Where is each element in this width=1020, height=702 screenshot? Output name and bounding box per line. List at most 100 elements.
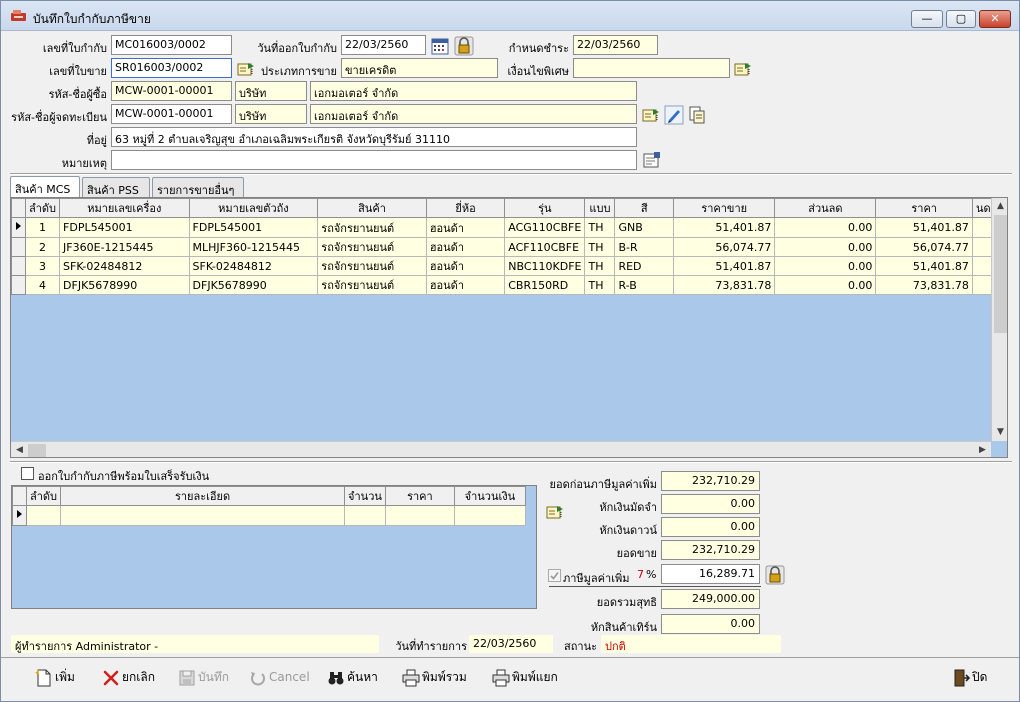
cell-seq[interactable]: 2	[24, 237, 61, 257]
receipt-cell[interactable]	[60, 505, 346, 526]
receipt-col-detail[interactable]: รายละเอียด	[60, 486, 346, 506]
issue-with-receipt-checkbox[interactable]	[21, 467, 34, 480]
sales-no-lookup-icon[interactable]	[235, 58, 255, 78]
col-header-type[interactable]: แบบ	[584, 198, 616, 218]
items-vertical-scrollbar[interactable]: ▲ ▼	[991, 198, 1007, 441]
cell-price[interactable]: 51,401.87	[875, 217, 973, 238]
cell-price[interactable]: 56,074.77	[875, 237, 973, 257]
cell-model[interactable]: CBR150RD	[504, 275, 586, 295]
cell-seq[interactable]: 1	[24, 217, 61, 238]
cell-engine-no[interactable]: JF360E-1215445	[59, 237, 190, 257]
tab-other-sales[interactable]: รายการขายอื่นๆ	[152, 177, 244, 197]
cell-model[interactable]: ACG110CBFE	[504, 217, 586, 238]
vat-lock-icon[interactable]	[764, 564, 785, 585]
cell-price[interactable]: 51,401.87	[875, 256, 973, 276]
close-button[interactable]: ปิด	[952, 668, 992, 688]
cell-seq[interactable]: 4	[24, 275, 61, 295]
cell-color[interactable]: RED	[614, 256, 674, 276]
cell-type[interactable]: TH	[584, 217, 616, 238]
search-button[interactable]: ค้นหา	[327, 668, 378, 688]
cancel-edit-button[interactable]: Cancel	[249, 668, 310, 688]
copy-document-icon[interactable]	[686, 104, 706, 124]
cell-color[interactable]: B-R	[614, 237, 674, 257]
cell-sale-price[interactable]: 73,831.78	[672, 275, 776, 295]
horizontal-scroll-thumb[interactable]	[28, 444, 46, 457]
table-row[interactable]: 2 JF360E-1215445 MLHJF360-1215445 รถจักรยาน…	[11, 237, 1007, 257]
vat-checkbox[interactable]	[548, 569, 561, 582]
print-separate-button[interactable]: พิมพ์แยก	[492, 668, 558, 688]
col-header-engine-no[interactable]: หมายเลขเครื่อง	[59, 198, 190, 218]
col-header-discount[interactable]: ส่วนลด	[774, 198, 877, 218]
cell-sale-price[interactable]: 56,074.77	[672, 237, 776, 257]
col-header-color[interactable]: สี	[614, 198, 674, 218]
cell-seq[interactable]: 3	[24, 256, 61, 276]
table-row[interactable]: 1 FDPL545001 FDPL545001 รถจักรยานยนต์ ฮอนด้า…	[11, 217, 1007, 238]
cell-sale-price[interactable]: 51,401.87	[672, 256, 776, 276]
cell-product[interactable]: รถจักรยานยนต์	[317, 217, 427, 238]
col-header-product[interactable]: สินค้า	[317, 198, 427, 218]
cell-type[interactable]: TH	[584, 256, 616, 276]
receipt-cell[interactable]	[384, 505, 455, 526]
cell-brand[interactable]: ฮอนด้า	[425, 237, 506, 257]
col-header-sale-price[interactable]: ราคาขาย	[672, 198, 776, 218]
receipt-col-qty[interactable]: จำนวน	[344, 486, 386, 506]
cancel-document-button[interactable]: ยกเลิก	[102, 668, 160, 688]
cell-chassis-no[interactable]: MLHJF360-1215445	[188, 237, 319, 257]
cell-sale-price[interactable]: 51,401.87	[672, 217, 776, 238]
scroll-left-icon[interactable]: ◀	[11, 442, 28, 457]
cell-color[interactable]: R-B	[614, 275, 674, 295]
tab-pss[interactable]: สินค้า PSS	[82, 177, 150, 197]
cell-brand[interactable]: ฮอนด้า	[425, 275, 506, 295]
cell-product[interactable]: รถจักรยานยนต์	[317, 275, 427, 295]
close-window-button[interactable]: ✕	[979, 10, 1011, 28]
cell-product[interactable]: รถจักรยานยนต์	[317, 256, 427, 276]
scroll-down-icon[interactable]: ▼	[992, 424, 1007, 441]
registrant-lookup-icon[interactable]	[640, 104, 660, 124]
col-header-chassis-no[interactable]: หมายเลขตัวถัง	[188, 198, 319, 218]
cell-discount[interactable]: 0.00	[774, 256, 877, 276]
calendar-icon[interactable]	[429, 35, 449, 55]
receipt-col-price[interactable]: ราคา	[384, 486, 455, 506]
col-header-brand[interactable]: ยี่ห้อ	[425, 198, 506, 218]
registrant-code-field[interactable]: MCW-0001-00001	[111, 104, 232, 124]
col-header-seq[interactable]: ลำดับ	[24, 198, 61, 218]
note-field[interactable]	[111, 150, 637, 170]
receipt-col-amount[interactable]: จำนวนเงิน	[453, 486, 526, 506]
add-button[interactable]: เพิ่ม	[35, 668, 81, 688]
scroll-right-icon[interactable]: ▶	[974, 442, 991, 457]
cell-product[interactable]: รถจักรยานยนต์	[317, 237, 427, 257]
cell-color[interactable]: GNB	[614, 217, 674, 238]
cell-discount[interactable]: 0.00	[774, 217, 877, 238]
receipt-grid[interactable]: ลำดับ รายละเอียด จำนวน ราคา จำนวนเงิน	[11, 485, 537, 609]
minimize-button[interactable]: —	[911, 10, 943, 28]
cell-type[interactable]: TH	[584, 275, 616, 295]
cell-engine-no[interactable]: FDPL545001	[59, 217, 190, 238]
cell-price[interactable]: 73,831.78	[875, 275, 973, 295]
lock-icon[interactable]	[453, 35, 474, 56]
receipt-empty-row[interactable]	[12, 505, 526, 526]
vertical-scroll-thumb[interactable]	[994, 215, 1007, 333]
maximize-button[interactable]: ▢	[946, 10, 976, 28]
cell-model[interactable]: NBC110KDFE	[504, 256, 586, 276]
print-combined-button[interactable]: พิมพ์รวม	[402, 668, 467, 688]
invoice-no-field[interactable]: MC016003/0002	[111, 35, 232, 55]
cell-engine-no[interactable]: SFK-02484812	[59, 256, 190, 276]
items-grid[interactable]: ลำดับ หมายเลขเครื่อง หมายเลขตัวถัง สินค้…	[10, 197, 1008, 458]
cell-chassis-no[interactable]: FDPL545001	[188, 217, 319, 238]
table-row[interactable]: 4 DFJK5678990 DFJK5678990 รถจักรยานยนต์ ฮอนด…	[11, 275, 1007, 295]
table-row[interactable]: 3 SFK-02484812 SFK-02484812 รถจักรยานยนต์ ฮอ…	[11, 256, 1007, 276]
edit-pen-icon[interactable]	[663, 104, 684, 125]
items-horizontal-scrollbar[interactable]: ◀ ▶	[11, 441, 991, 457]
receipt-cell[interactable]	[344, 505, 386, 526]
scroll-up-icon[interactable]: ▲	[992, 198, 1007, 215]
receipt-cell[interactable]	[25, 505, 62, 526]
sales-no-field[interactable]: SR016003/0002	[111, 58, 232, 78]
cell-chassis-no[interactable]: DFJK5678990	[188, 275, 319, 295]
save-button[interactable]: บันทึก	[178, 668, 232, 688]
receipt-col-seq[interactable]: ลำดับ	[25, 486, 62, 506]
cell-discount[interactable]: 0.00	[774, 275, 877, 295]
cell-engine-no[interactable]: DFJK5678990	[59, 275, 190, 295]
cell-chassis-no[interactable]: SFK-02484812	[188, 256, 319, 276]
cell-brand[interactable]: ฮอนด้า	[425, 217, 506, 238]
note-edit-icon[interactable]	[641, 149, 661, 169]
